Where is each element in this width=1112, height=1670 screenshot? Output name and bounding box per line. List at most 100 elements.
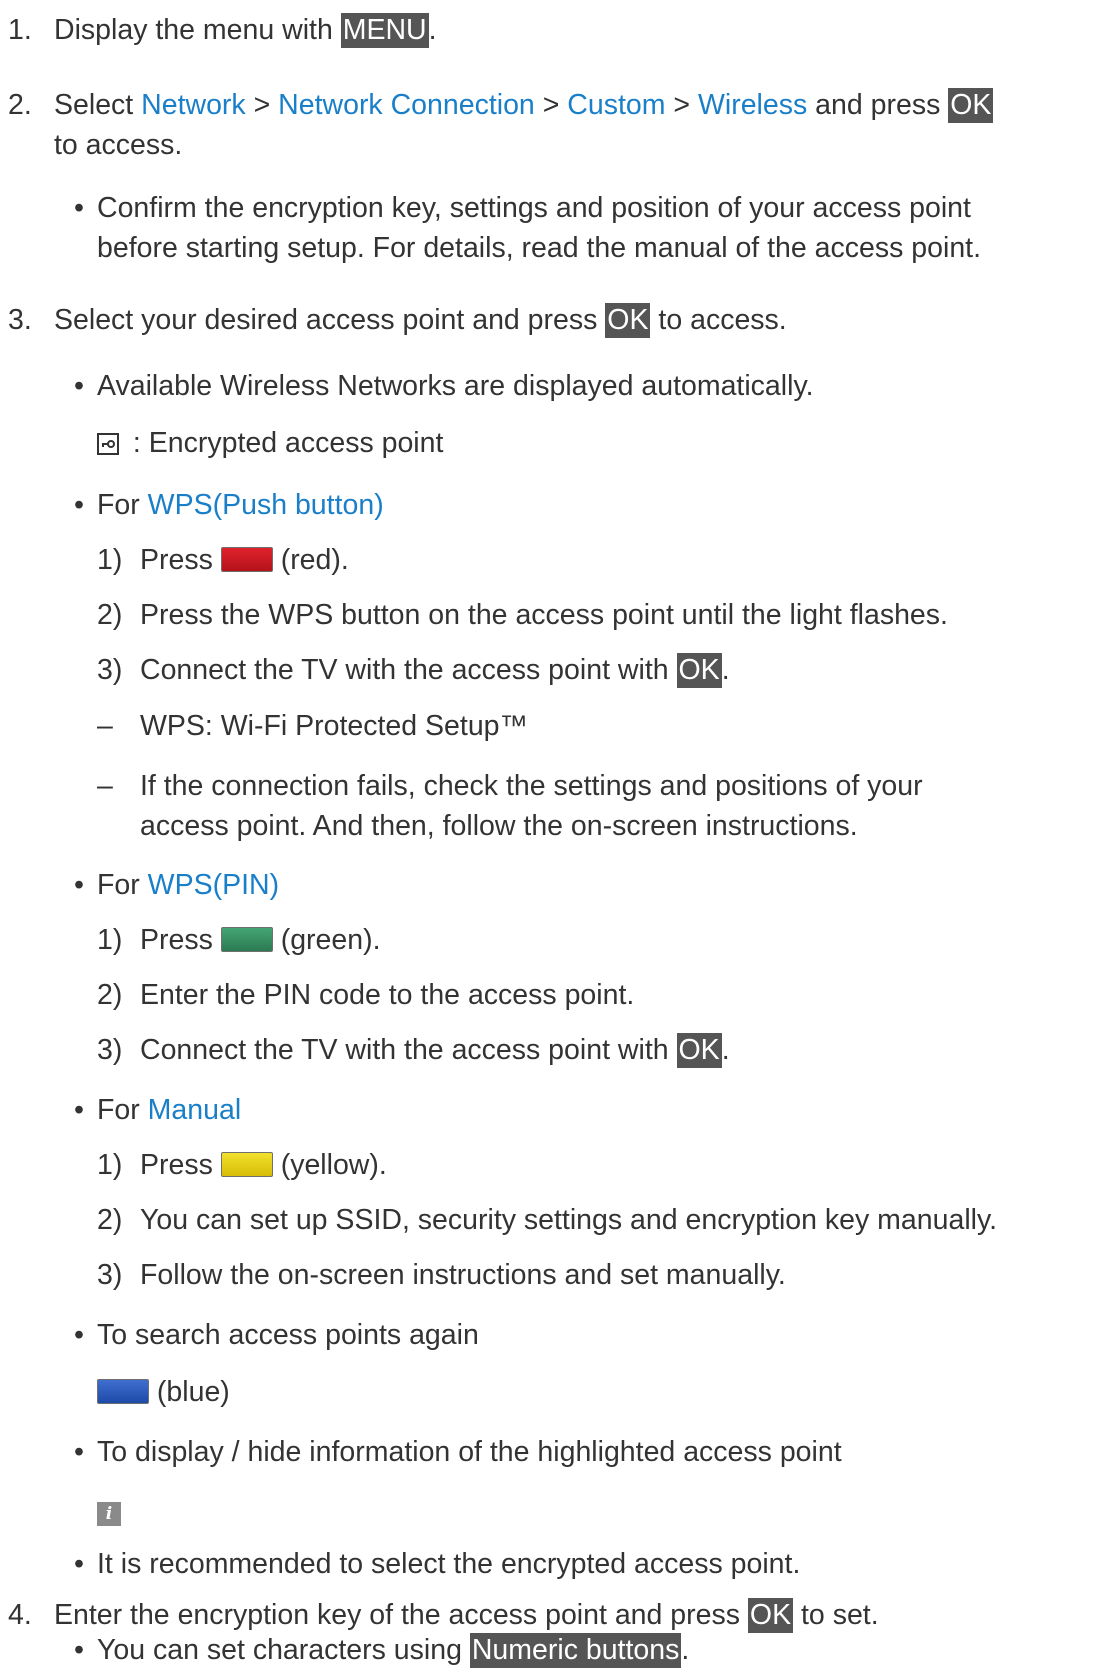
substep-number: 3) (97, 1034, 123, 1066)
for-label: For (97, 869, 148, 901)
encrypted-legend: : Encrypted access point (97, 423, 443, 463)
step-text: (green). (272, 924, 381, 956)
path-separator: > (245, 89, 279, 121)
step-number: 4. (8, 1599, 32, 1631)
link-manual[interactable]: Manual (148, 1094, 241, 1126)
wps-definition: WPS: Wi-Fi Protected Setup™ (140, 710, 529, 742)
step-text: Display the menu with (54, 14, 341, 46)
step-number: 1. (8, 14, 32, 46)
info-toggle-text: To display / hide information of the hig… (97, 1436, 842, 1468)
step-text: (red). (272, 544, 349, 576)
link-network-connection[interactable]: Network Connection (278, 89, 535, 121)
link-wps-push-button[interactable]: WPS(Push button) (148, 489, 384, 521)
link-wps-pin[interactable]: WPS(PIN) (148, 869, 279, 901)
link-wireless[interactable]: Wireless (698, 89, 807, 121)
ok-key-label: OK (676, 1033, 722, 1068)
substep-number: 2) (97, 979, 123, 1011)
step-text: to set. (793, 1599, 879, 1631)
info-icon-row: i (97, 1488, 121, 1528)
step-text: Select your desired access point and pre… (54, 304, 606, 336)
step-2-text: Select Network > Network Connection > Cu… (54, 85, 994, 125)
manual-step-1: Press (yellow). (140, 1145, 387, 1185)
substep-number: 3) (97, 654, 123, 686)
substep-number: 2) (97, 599, 123, 631)
step-number: 2. (8, 89, 32, 121)
link-custom[interactable]: Custom (567, 89, 665, 121)
step-4-note: You can set characters using Numeric but… (97, 1630, 689, 1670)
step-text: to access. (650, 304, 787, 336)
punctuation: . (681, 1634, 690, 1666)
bullet: • (74, 370, 84, 402)
path-separator: > (534, 89, 568, 121)
manual-step-3: Follow the on-screen instructions and se… (140, 1259, 786, 1291)
step-2-note-line-2: before starting setup. For details, read… (97, 232, 982, 264)
ok-key-label: OK (605, 303, 651, 338)
step-4-text: Enter the encryption key of the access p… (54, 1595, 879, 1635)
connection-fail-note-line-2: access point. And then, follow the on-sc… (140, 810, 858, 842)
wps-pin-step-1: Press (green). (140, 920, 381, 960)
wps-pin-step-3: Connect the TV with the access point wit… (140, 1030, 730, 1070)
wps-push-step-3: Connect the TV with the access point wit… (140, 650, 730, 690)
step-text: Select (54, 89, 142, 121)
substep-number: 2) (97, 1204, 123, 1236)
green-button-icon (220, 927, 273, 952)
wps-push-step-1: Press (red). (140, 540, 349, 580)
connection-fail-note-line-1: If the connection fails, check the setti… (140, 770, 923, 802)
yellow-button-icon (220, 1152, 273, 1177)
step-text: (blue) (149, 1376, 230, 1408)
wps-pin-heading: For WPS(PIN) (97, 865, 279, 905)
search-again-key: (blue) (97, 1372, 230, 1412)
step-3-text: Select your desired access point and pre… (54, 300, 787, 340)
ok-key-label: OK (676, 653, 722, 688)
step-text: and press (807, 89, 949, 121)
step-text: Press (140, 1149, 221, 1181)
available-networks-text: Available Wireless Networks are displaye… (97, 370, 814, 402)
wps-push-step-2: Press the WPS button on the access point… (140, 599, 948, 631)
ok-key-label: OK (747, 1598, 794, 1633)
step-2-note-line-1: Confirm the encryption key, settings and… (97, 192, 971, 224)
numeric-buttons-key-label: Numeric buttons (469, 1633, 682, 1668)
menu-key-label: MENU (340, 13, 429, 48)
step-number: 3. (8, 304, 32, 336)
substep-number: 1) (97, 1149, 123, 1181)
blue-button-icon (97, 1379, 149, 1404)
for-label: For (97, 489, 148, 521)
for-label: For (97, 1094, 148, 1126)
dash: – (97, 770, 113, 802)
bullet: • (74, 192, 84, 224)
step-text: (yellow). (272, 1149, 387, 1181)
step-text: Enter the encryption key of the access p… (54, 1599, 748, 1631)
step-text: You can set characters using (97, 1634, 470, 1666)
path-separator: > (665, 89, 698, 121)
ok-key-label: OK (948, 88, 994, 123)
bullet: • (74, 1436, 84, 1468)
bullet: • (74, 869, 84, 901)
bullet: • (74, 1634, 84, 1666)
bullet: • (74, 1094, 84, 1126)
encrypted-legend-text: : Encrypted access point (125, 427, 444, 459)
wps-push-heading: For WPS(Push button) (97, 485, 384, 525)
step-2-continuation: to access. (54, 129, 183, 161)
substep-number: 1) (97, 544, 123, 576)
step-1-text: Display the menu with MENU. (54, 10, 437, 50)
punctuation: . (721, 1034, 730, 1066)
link-network[interactable]: Network (141, 89, 246, 121)
punctuation: . (721, 654, 730, 686)
search-again-text: To search access points again (97, 1319, 479, 1351)
manual-heading: For Manual (97, 1090, 241, 1130)
wps-pin-step-2: Enter the PIN code to the access point. (140, 979, 635, 1011)
punctuation: . (428, 14, 437, 46)
bullet: • (74, 1548, 84, 1580)
red-button-icon (220, 547, 273, 572)
step-text: Press (140, 924, 221, 956)
bullet: • (74, 489, 84, 521)
step-text: Connect the TV with the access point wit… (140, 1034, 677, 1066)
lock-key-icon (97, 433, 119, 455)
substep-number: 3) (97, 1259, 123, 1291)
step-text: Connect the TV with the access point wit… (140, 654, 677, 686)
bullet: • (74, 1319, 84, 1351)
manual-step-2: You can set up SSID, security settings a… (140, 1204, 998, 1236)
recommend-text: It is recommended to select the encrypte… (97, 1548, 801, 1580)
dash: – (97, 710, 113, 742)
info-icon: i (97, 1502, 121, 1526)
